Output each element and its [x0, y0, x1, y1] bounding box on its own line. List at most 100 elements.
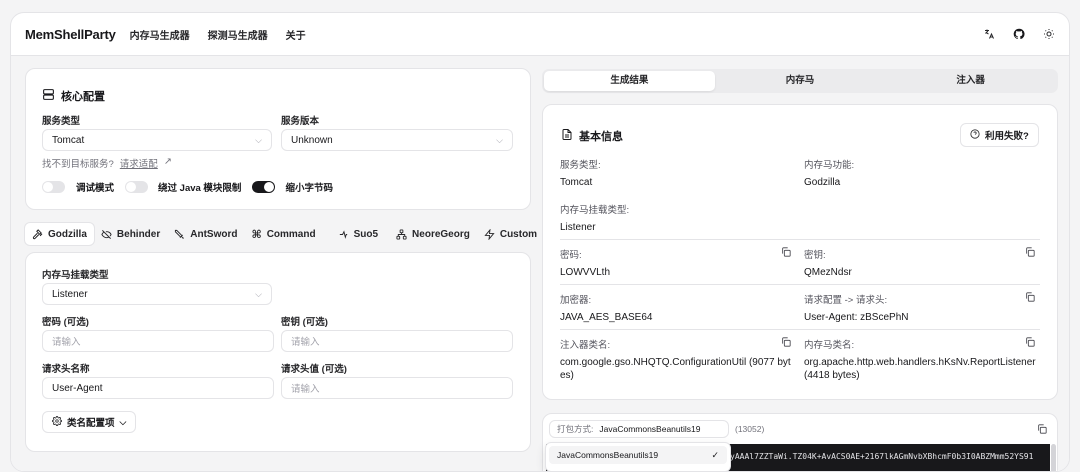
help-circle-icon [970, 128, 980, 142]
copy-shell-class-icon[interactable] [1025, 337, 1035, 350]
eye-off-icon [101, 229, 112, 239]
chevron-down-icon: ⌵ [255, 288, 262, 299]
app-window: MemShellParty 内存马生成器 探测马生成器 关于 核心配置 服务类型… [10, 12, 1070, 472]
password-info-label: 密码: [560, 250, 582, 261]
main-content: 核心配置 服务类型 Tomcat ⌵ 服务版本 Unknown ⌵ 找不到目标服… [11, 56, 1069, 471]
translate-icon[interactable] [983, 28, 995, 40]
shell-func-value: Godzilla [804, 177, 841, 188]
debug-mode-label: 调试模式 [76, 183, 115, 194]
theme-sun-icon[interactable] [1043, 28, 1055, 40]
server-type-info-label: 服务类型: [560, 160, 601, 171]
basic-info-card: 基本信息 利用失败? 服务类型: Tomcat 内存马功能: Godzilla … [542, 104, 1058, 400]
request-config-label: 请求配置 -> 请求头: [804, 295, 888, 306]
password-info-value: LOWVVLth [560, 267, 611, 278]
dropdown-option[interactable]: JavaCommonsBeanutils19 ✓ [549, 446, 727, 464]
core-config-card: 核心配置 服务类型 Tomcat ⌵ 服务版本 Unknown ⌵ 找不到目标服… [25, 68, 531, 210]
encryptor-label: 加密器: [560, 295, 592, 306]
basic-info-title: 基本信息 [561, 128, 623, 144]
tab-generate-result[interactable]: 生成结果 [544, 71, 715, 91]
copy-injector-class-icon[interactable] [781, 337, 791, 350]
toggles-row: 调试模式 绕过 Java 模块限制 缩小字节码 [42, 180, 333, 194]
injector-class-label: 注入器类名: [560, 340, 611, 351]
tab-command[interactable]: ⌘ Command [244, 223, 322, 245]
github-icon[interactable] [1013, 28, 1025, 40]
packing-select[interactable]: 打包方式: JavaCommonsBeanutils19 [549, 420, 729, 438]
class-name-config-button[interactable]: 类名配置项 ⌵ [42, 411, 137, 433]
hammer-icon [32, 228, 43, 239]
copy-payload-icon[interactable] [1037, 424, 1047, 437]
debug-mode-toggle[interactable] [42, 181, 65, 193]
bypass-java-toggle[interactable] [125, 181, 149, 193]
server-type-select[interactable]: Tomcat ⌵ [42, 129, 272, 151]
copy-key-icon[interactable] [1025, 247, 1035, 260]
mount-type-label: 内存马挂载类型 [42, 270, 109, 281]
tab-custom[interactable]: Custom [477, 223, 544, 245]
server-type-info-value: Tomcat [560, 177, 593, 188]
packing-dropdown: JavaCommonsBeanutils19 ✓ [545, 442, 731, 471]
mount-type-select[interactable]: Listener ⌵ [42, 283, 272, 305]
bypass-java-label: 绕过 Java 模块限制 [158, 183, 242, 194]
shrink-bytes-label: 缩小字节码 [285, 183, 333, 194]
shell-tool-tabs: Godzilla Behinder AntSword ⌘ Command Suo… [25, 222, 537, 246]
nav-shell-generator[interactable]: 内存马生成器 [130, 27, 190, 42]
core-config-title: 核心配置 [42, 88, 105, 104]
zap-icon [484, 228, 495, 240]
nav-about[interactable]: 关于 [286, 27, 306, 42]
shell-func-label: 内存马功能: [804, 160, 855, 171]
header-name-label: 请求头名称 [42, 364, 90, 375]
gear-icon [52, 415, 62, 429]
mount-type-info-label: 内存马挂载类型: [560, 205, 630, 216]
server-icon [42, 88, 55, 104]
divider [560, 284, 1040, 285]
injector-class-value-line2: es) [560, 370, 574, 381]
not-found-row: 找不到目标服务? 请求适配 ↗ [42, 156, 172, 170]
server-version-select[interactable]: Unknown ⌵ [281, 129, 513, 151]
key-info-label: 密钥: [804, 250, 826, 261]
chevron-down-icon: ⌵ [496, 134, 503, 145]
header-value-label: 请求头值 (可选) [281, 364, 347, 375]
external-link-icon: ↗ [163, 156, 172, 167]
exploit-failed-button[interactable]: 利用失败? [960, 123, 1039, 147]
document-icon [561, 128, 573, 144]
request-adapt-link[interactable]: 请求适配 [120, 156, 158, 170]
server-version-label: 服务版本 [281, 116, 320, 127]
packing-size: (13052) [735, 424, 765, 434]
tab-antsword[interactable]: AntSword [167, 223, 244, 245]
password-label: 密码 (可选) [42, 317, 89, 328]
copy-request-config-icon[interactable] [1025, 292, 1035, 305]
header-value-input[interactable]: 请输入 [281, 377, 513, 399]
header-name-input[interactable]: User-Agent [42, 377, 274, 399]
shell-class-label: 内存马类名: [804, 340, 855, 351]
password-input[interactable]: 请输入 [42, 330, 274, 352]
command-icon: ⌘ [251, 228, 262, 241]
tab-suo5[interactable]: Suo5 [331, 223, 385, 245]
encryptor-value: JAVA_AES_BASE64 [560, 312, 653, 323]
key-input[interactable]: 请输入 [281, 330, 513, 352]
tab-godzilla[interactable]: Godzilla [25, 223, 94, 245]
chevron-down-icon: ⌵ [119, 416, 127, 427]
nav-probe-generator[interactable]: 探测马生成器 [208, 27, 268, 42]
copy-password-icon[interactable] [781, 247, 791, 260]
shell-class-value-line2: (4418 bytes) [804, 370, 860, 381]
tab-injector[interactable]: 注入器 [885, 71, 1056, 91]
sword-icon [175, 229, 185, 239]
chevron-down-icon: ⌵ [255, 134, 262, 145]
shrink-bytes-toggle[interactable] [252, 181, 276, 193]
divider [560, 329, 1040, 330]
key-label: 密钥 (可选) [281, 317, 328, 328]
navbar: MemShellParty 内存马生成器 探测马生成器 关于 [11, 13, 1069, 56]
divider [560, 239, 1040, 240]
mount-type-info-value: Listener [560, 222, 596, 233]
server-type-label: 服务类型 [42, 116, 81, 127]
injector-class-value-line1: com.google.gso.NHQTQ.ConfigurationUtil (… [560, 357, 791, 368]
scrollbar[interactable] [1051, 444, 1056, 471]
network-icon [396, 228, 407, 240]
shell-class-value-line1: org.apache.http.web.handlers.hKsNv.Repor… [804, 357, 1036, 368]
tab-behinder[interactable]: Behinder [94, 223, 167, 245]
result-tabs: 生成结果 内存马 注入器 [542, 69, 1058, 93]
tab-memshell[interactable]: 内存马 [715, 71, 886, 91]
shell-config-card: 内存马挂载类型 Listener ⌵ 密码 (可选) 请输入 密钥 (可选) 请… [25, 252, 531, 452]
request-config-value: User-Agent: zBScePhN [804, 312, 909, 323]
tab-neoregeorg[interactable]: NeoreGeorg [389, 223, 477, 245]
brand-logo[interactable]: MemShellParty [25, 27, 116, 42]
